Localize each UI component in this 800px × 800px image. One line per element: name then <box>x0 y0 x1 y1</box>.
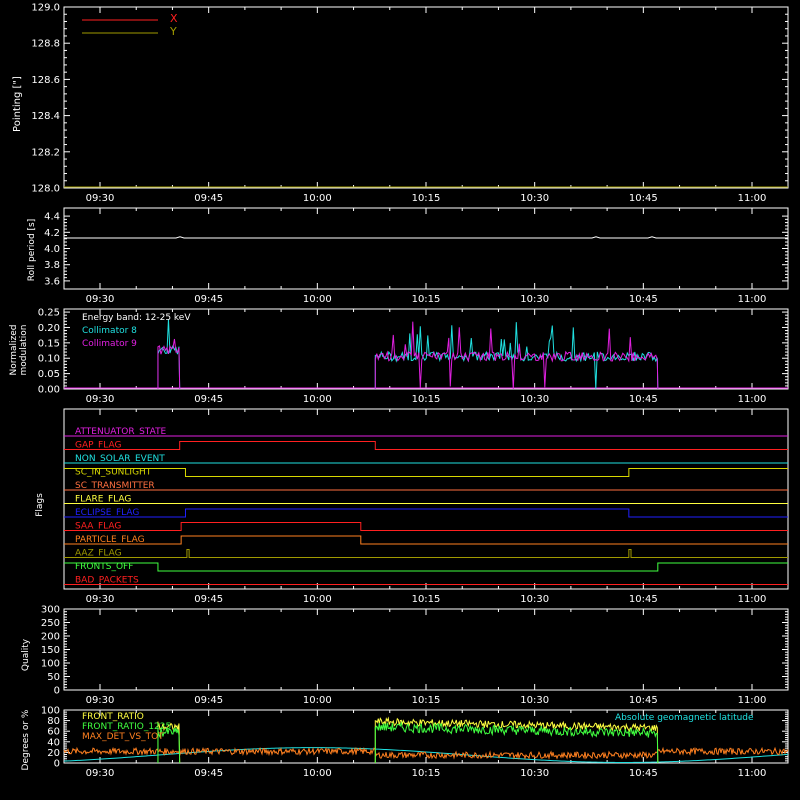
quality-ytick-label: 250 <box>41 618 60 629</box>
pointing-xtick-label: 10:45 <box>629 193 658 204</box>
ratios-ytick-label: 60 <box>47 727 60 738</box>
roll-ytick-label: 4.0 <box>44 244 60 255</box>
pointing-xtick-label: 10:30 <box>520 193 549 204</box>
ratios-xtick-label: 10:30 <box>520 768 549 779</box>
pointing-xtick-label: 11:00 <box>738 193 767 204</box>
quality-ytick-label: 150 <box>41 645 60 656</box>
modulation-xtick-label: 09:45 <box>194 394 223 405</box>
modulation-ytick-label: 0.25 <box>38 308 60 319</box>
flags-xtick-label: 10:15 <box>412 594 441 605</box>
pointing-ytick-label: 128.4 <box>31 111 60 122</box>
pointing-ytick-label: 128.6 <box>31 75 60 86</box>
quality-xtick-label: 10:30 <box>520 695 549 706</box>
pointing-ytick-label: 128.8 <box>31 39 60 50</box>
roll-xtick-label: 09:30 <box>86 294 115 305</box>
quality-xtick-label: 09:30 <box>86 695 115 706</box>
flags-xtick-label: 10:00 <box>303 594 332 605</box>
roll-xtick-label: 09:45 <box>194 294 223 305</box>
modulation-xtick-label: 09:30 <box>86 394 115 405</box>
flags-xtick-label: 10:45 <box>629 594 658 605</box>
quality-ytick-label: 100 <box>41 659 60 670</box>
energy-band-annotation: Energy band: 12-25 keV <box>82 313 191 323</box>
flags-xtick-label: 10:30 <box>520 594 549 605</box>
quality-xtick-label: 10:00 <box>303 695 332 706</box>
modulation-ytick-label: 0.05 <box>38 369 60 380</box>
roll-xtick-label: 10:00 <box>303 294 332 305</box>
modulation-ytick-label: 0.10 <box>38 354 60 365</box>
roll-xtick-label: 10:30 <box>520 294 549 305</box>
modulation-ytick-label: 0.15 <box>38 338 60 349</box>
pointing-xtick-label: 10:15 <box>412 193 441 204</box>
modulation-xtick-label: 10:30 <box>520 394 549 405</box>
ratios-xtick-label: 09:45 <box>194 768 223 779</box>
ylabel-flags: Flags <box>35 493 45 517</box>
quality-ytick-label: 0 <box>54 686 60 697</box>
modulation-ytick-label: 0.00 <box>38 385 60 396</box>
quality-ytick-label: 300 <box>41 605 60 616</box>
ratios-xtick-label: 10:15 <box>412 768 441 779</box>
roll-ytick-label: 3.6 <box>44 276 60 287</box>
flags-xtick-label: 09:45 <box>194 594 223 605</box>
ratios-ytick-label: 20 <box>47 748 60 759</box>
roll-xtick-label: 10:45 <box>629 294 658 305</box>
ratios-ytick-label: 80 <box>47 716 60 727</box>
pointing-ytick-label: 129.0 <box>31 3 60 14</box>
ylabel-quality: Quality <box>21 638 31 671</box>
roll-ytick-label: 4.4 <box>44 212 60 223</box>
ratios-ytick-label: 0 <box>54 759 60 770</box>
legend-x-label: X <box>170 12 178 25</box>
ratios-xtick-label: 11:00 <box>738 768 767 779</box>
legend-collimator-8: Collimator 8 <box>82 326 137 336</box>
flags-xtick-label: 11:00 <box>738 594 767 605</box>
ylabel-modulation-2: modulation <box>19 325 29 376</box>
pointing-xtick-label: 09:30 <box>86 193 115 204</box>
ratios-ytick-label: 100 <box>41 706 60 717</box>
legend-y-label: Y <box>169 25 177 38</box>
quality-xtick-label: 10:45 <box>629 695 658 706</box>
ratios-xtick-label: 10:45 <box>629 768 658 779</box>
roll-ytick-label: 3.8 <box>44 260 60 271</box>
geomag-annotation: Absolute geomagnetic latitude <box>615 713 754 723</box>
pointing-ytick-label: 128.2 <box>31 147 60 158</box>
pointing-xtick-label: 10:00 <box>303 193 332 204</box>
ratios-xtick-label: 09:30 <box>86 768 115 779</box>
ratios-ytick-label: 40 <box>47 737 60 748</box>
flags-xtick-label: 09:30 <box>86 594 115 605</box>
roll-ytick-label: 4.2 <box>44 228 60 239</box>
quality-xtick-label: 11:00 <box>738 695 767 706</box>
legend-front-ratio: FRONT_RATIO <box>82 712 144 722</box>
pointing-xtick-label: 09:45 <box>194 193 223 204</box>
modulation-xtick-label: 11:00 <box>738 394 767 405</box>
quality-ytick-label: 200 <box>41 632 60 643</box>
modulation-xtick-label: 10:45 <box>629 394 658 405</box>
modulation-ytick-label: 0.20 <box>38 323 60 334</box>
quality-ytick-label: 50 <box>47 672 60 683</box>
ylabel-modulation-1: Normalized <box>9 324 19 375</box>
modulation-xtick-label: 10:00 <box>303 394 332 405</box>
quality-xtick-label: 10:15 <box>412 695 441 706</box>
roll-xtick-label: 10:15 <box>412 294 441 305</box>
ylabel-ratios: Degrees or % <box>21 709 31 770</box>
ylabel-pointing: Pointing ["] <box>12 76 23 132</box>
quality-xtick-label: 09:45 <box>194 695 223 706</box>
modulation-xtick-label: 10:15 <box>412 394 441 405</box>
legend-max-det: MAX_DET_VS_TOT <box>82 732 164 742</box>
ratios-xtick-label: 10:00 <box>303 768 332 779</box>
figure: 09:30 09:45 10:00 10:15 10:30 10:45 11:00 128.0… <box>0 0 800 800</box>
legend-front-ratio-1225: FRONT_RATIO_1225 <box>82 722 171 732</box>
roll-xtick-label: 11:00 <box>738 294 767 305</box>
pointing-ytick-label: 128.0 <box>31 184 60 195</box>
legend-collimator-9: Collimator 9 <box>82 339 137 349</box>
ylabel-roll: Roll period [s] <box>27 219 37 281</box>
